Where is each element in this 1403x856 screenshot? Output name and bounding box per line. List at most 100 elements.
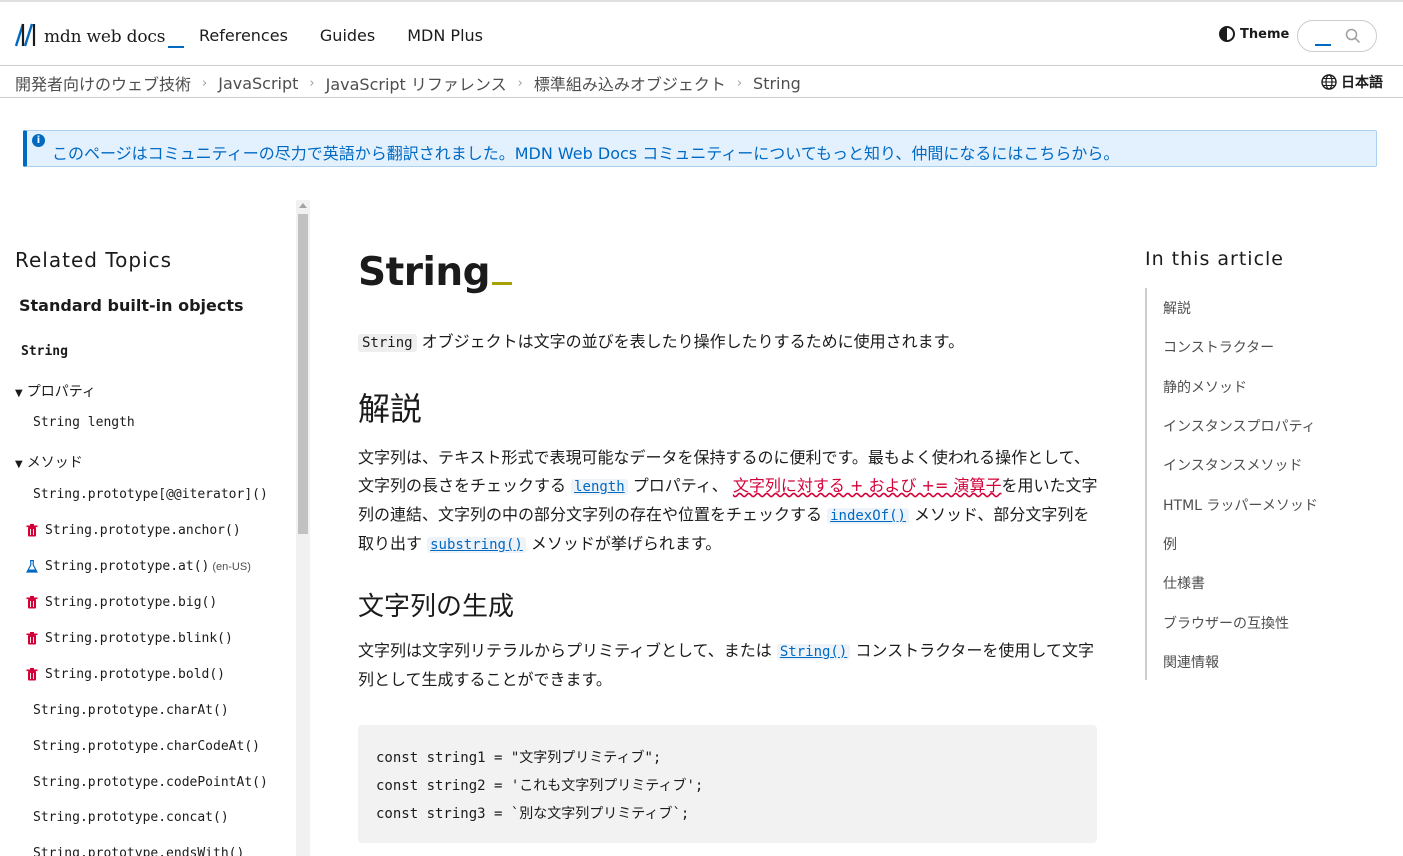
sidebar-item-method[interactable]: String.prototype.big() — [26, 595, 218, 610]
method-label: String.prototype.big() — [45, 595, 218, 610]
trash-icon — [26, 632, 38, 645]
chevron-right-icon: › — [202, 75, 208, 91]
scroll-up-arrow-icon[interactable] — [299, 203, 307, 208]
sidebar-scrollbar[interactable] — [296, 200, 310, 856]
text: プロパティ、 — [627, 476, 733, 495]
sidebar-current-item[interactable]: String — [21, 344, 68, 359]
intro-text: オブジェクトは文字の並びを表したり操作したりするために使用されます。 — [416, 332, 965, 351]
breadcrumb-item[interactable]: 開発者向けのウェブ技術 — [15, 71, 191, 95]
search-input[interactable] — [1297, 20, 1377, 52]
scrollbar-thumb[interactable] — [298, 214, 308, 534]
sidebar-item-method[interactable]: String.prototype.anchor() — [26, 523, 241, 538]
sidebar-section-methods[interactable]: ▼ メソッド — [15, 452, 83, 472]
section-label: メソッド — [26, 455, 83, 471]
method-label: String.prototype.endsWith() — [33, 846, 245, 856]
text: 文字列は文字列リテラルからプリミティブとして、または — [358, 641, 777, 660]
language-label: 日本語 — [1341, 75, 1383, 91]
chevron-right-icon: › — [736, 75, 743, 91]
toc-item[interactable]: インスタンスプロパティ — [1163, 416, 1316, 436]
trash-icon — [26, 668, 38, 681]
toc-item[interactable]: 解説 — [1163, 298, 1191, 318]
toc-list: 解説 コンストラクター 静的メソッド インスタンスプロパティ インスタンスメソッ… — [1145, 288, 1385, 680]
code-line: const string2 = 'これも文字列プリミティブ'; — [376, 778, 704, 794]
nav-guides[interactable]: Guides — [320, 26, 375, 45]
sidebar-item-method[interactable]: String.prototype.at() (en-US) — [26, 559, 251, 574]
heading-description: 解説 — [358, 390, 423, 428]
heading-creating-strings: 文字列の生成 — [358, 592, 515, 622]
mdn-logo[interactable]: mdn web docs — [15, 22, 185, 48]
method-label: String.prototype.blink() — [45, 631, 233, 646]
nav-mdn-plus[interactable]: MDN Plus — [407, 26, 483, 45]
toc-item[interactable]: HTML ラッパーメソッド — [1163, 495, 1318, 515]
link-length[interactable]: length — [571, 479, 628, 495]
breadcrumb: 開発者向けのウェブ技術 › JavaScript › JavaScript リフ… — [15, 71, 801, 95]
text: メソッドが挙げられます。 — [525, 534, 722, 553]
trash-icon — [26, 596, 38, 609]
toc-item[interactable]: インスタンスメソッド — [1163, 455, 1302, 475]
page-title-text: String — [358, 250, 491, 295]
chevron-right-icon: › — [309, 75, 315, 91]
page-title: String — [358, 250, 513, 295]
triangle-down-icon: ▼ — [15, 388, 23, 399]
sidebar-item-method[interactable]: String.prototype.endsWith() — [33, 846, 244, 856]
sidebar-item-method[interactable]: String.prototype.concat() — [33, 810, 229, 825]
sidebar-item-method[interactable]: String.prototype.blink() — [26, 631, 233, 646]
sidebar: Related Topics Standard built-in objects… — [0, 200, 310, 856]
sidebar-item-method[interactable]: String.prototype[@@iterator]() — [33, 487, 268, 502]
chevron-right-icon: › — [517, 75, 523, 91]
flask-icon — [26, 560, 38, 573]
link-string-constructor[interactable]: String() — [776, 644, 851, 660]
nav-references[interactable]: References — [199, 26, 288, 45]
link-substring[interactable]: substring() — [427, 537, 526, 553]
logo-cursor — [168, 46, 185, 48]
globe-icon — [1321, 74, 1337, 90]
theme-icon — [1219, 26, 1235, 42]
sidebar-item-method[interactable]: String.prototype.codePointAt() — [33, 775, 268, 790]
search-icon — [1345, 28, 1361, 44]
language-switcher-button[interactable]: 日本語 — [1321, 72, 1383, 92]
logo-text: mdn web docs — [44, 27, 166, 47]
top-navigation-bar: mdn web docs References Guides MDN Plus … — [0, 0, 1403, 66]
link-indexof[interactable]: indexOf() — [827, 508, 909, 524]
sidebar-group-link[interactable]: Standard built-in objects — [19, 296, 244, 315]
sidebar-item-method[interactable]: String.prototype.charAt() — [33, 703, 229, 718]
translation-notice: i このページはコミュニティーの尽力で英語から翻訳されました。MDN Web D… — [23, 130, 1377, 167]
sidebar-item-method[interactable]: String.prototype.bold() — [26, 667, 226, 682]
link-string-operators[interactable]: 文字列に対する + および += 演算子 — [733, 476, 1002, 495]
breadcrumb-item[interactable]: 標準組み込みオブジェクト — [534, 71, 726, 95]
description-paragraph: 文字列は、テキスト形式で表現可能なデータを保持するのに便利です。最もよく使われる… — [358, 444, 1098, 559]
title-cursor — [492, 282, 513, 285]
info-icon: i — [32, 134, 45, 147]
method-label: String.prototype.charCodeAt() — [33, 739, 260, 754]
trash-icon — [26, 524, 38, 537]
mdn-logo-icon — [15, 23, 36, 47]
notice-text[interactable]: このページはコミュニティーの尽力で英語から翻訳されました。MDN Web Doc… — [52, 140, 1119, 164]
breadcrumb-item[interactable]: JavaScript リファレンス — [326, 71, 507, 95]
toc-title: In this article — [1145, 248, 1284, 270]
code-block[interactable]: const string1 = "文字列プリミティブ"; const strin… — [358, 725, 1097, 843]
breadcrumb-bar: 開発者向けのウェブ技術 › JavaScript › JavaScript リフ… — [0, 66, 1403, 98]
method-label: String.prototype[@@iterator]() — [33, 487, 268, 502]
sidebar-item-method[interactable]: String.prototype.charCodeAt() — [33, 739, 260, 754]
creating-paragraph: 文字列は文字列リテラルからプリミティブとして、または String() コンスト… — [358, 637, 1098, 694]
method-label: String.prototype.bold() — [45, 667, 226, 682]
search-cursor — [1315, 44, 1331, 46]
theme-label: Theme — [1240, 26, 1290, 42]
toc-item[interactable]: 仕様書 — [1163, 573, 1205, 593]
method-label: String.prototype.charAt() — [33, 703, 229, 718]
breadcrumb-item[interactable]: JavaScript — [218, 74, 298, 93]
theme-switcher-button[interactable]: Theme — [1219, 26, 1289, 42]
toc-item[interactable]: コンストラクター — [1163, 337, 1274, 357]
toc-item[interactable]: 静的メソッド — [1163, 377, 1247, 397]
toc-item[interactable]: ブラウザーの互換性 — [1163, 613, 1289, 633]
breadcrumb-current[interactable]: String — [753, 74, 801, 93]
intro-paragraph: String オブジェクトは文字の並びを表したり操作したりするために使用されます… — [358, 328, 1098, 357]
inline-code: String — [358, 334, 417, 352]
sidebar-title: Related Topics — [15, 248, 173, 272]
toc-item[interactable]: 例 — [1163, 534, 1177, 554]
sidebar-item-string-length[interactable]: String length — [33, 415, 135, 430]
code-line: const string1 = "文字列プリミティブ"; — [376, 750, 662, 766]
sidebar-section-properties[interactable]: ▼ プロパティ — [15, 381, 96, 401]
toc-item[interactable]: 関連情報 — [1163, 652, 1219, 672]
main-nav: References Guides MDN Plus — [199, 26, 483, 45]
